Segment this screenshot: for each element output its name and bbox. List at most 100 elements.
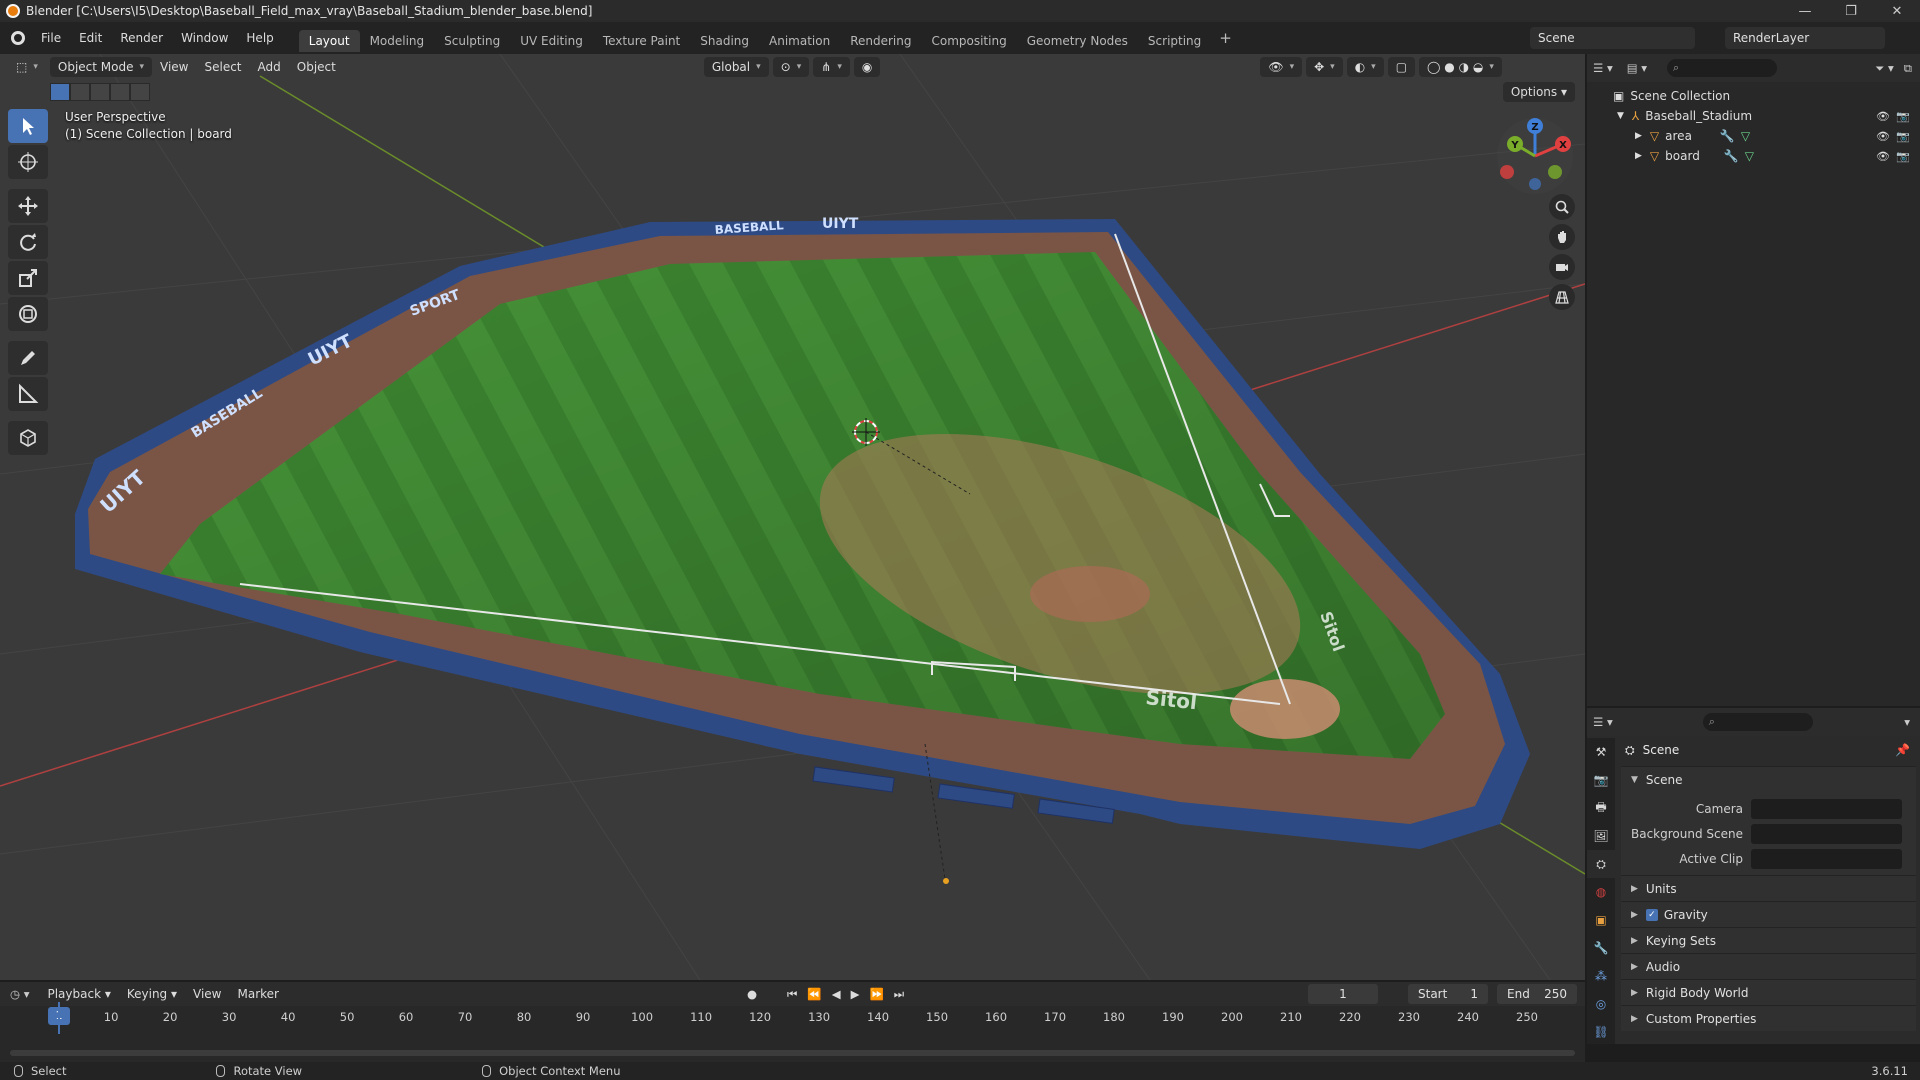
scene-tab-icon[interactable]: ⛭ (1587, 850, 1615, 878)
viewport-menu-select[interactable]: Select (196, 60, 249, 74)
pan-view-button[interactable] (1549, 224, 1575, 250)
visibility-eye-icon[interactable]: 👁 (1876, 150, 1890, 163)
xray-icon[interactable]: ▢ (1387, 57, 1416, 77)
jump-end-icon[interactable]: ⏭ (894, 987, 904, 1002)
tab-compositing[interactable]: Compositing (921, 30, 1016, 52)
shading-modes[interactable]: ◯ ● ◑ ◒ ▾ (1419, 57, 1502, 77)
menu-render[interactable]: Render (111, 22, 172, 54)
tab-geometry-nodes[interactable]: Geometry Nodes (1017, 30, 1138, 52)
mesh-data-icon[interactable]: ▽ (1741, 129, 1750, 143)
visibility-eye-icon[interactable]: 👁 (1876, 110, 1890, 123)
transform-orientation-dropdown[interactable]: Global ▾ (703, 57, 769, 77)
snap-icon[interactable]: ⋔ ▾ (813, 57, 850, 77)
timeline-menu-view[interactable]: View (185, 987, 229, 1001)
jump-start-icon[interactable]: ⏮ (787, 987, 797, 1002)
record-button[interactable]: ● (747, 987, 757, 1001)
3d-viewport[interactable]: UIYT BASEBALL UIYT SPORT BASEBALL UIYT S… (0, 54, 1585, 980)
select-intersect-icon[interactable] (130, 83, 150, 101)
background-scene-input[interactable] (1751, 823, 1902, 844)
tab-texture-paint[interactable]: Texture Paint (593, 30, 690, 52)
properties-search-input[interactable]: ⌕ (1702, 713, 1813, 731)
play-icon[interactable]: ▶ (851, 987, 860, 1001)
timeline-menu-keying[interactable]: Keying ▾ (119, 987, 185, 1001)
render-camera-icon[interactable]: 📷 (1896, 110, 1910, 123)
expand-arrow-icon[interactable]: ▶ (1635, 131, 1642, 141)
pin-icon[interactable]: 📌 (1895, 743, 1910, 757)
menu-window[interactable]: Window (172, 22, 237, 54)
render-camera-icon[interactable]: 📷 (1896, 150, 1910, 163)
menu-edit[interactable]: Edit (70, 22, 111, 54)
proportional-edit-icon[interactable]: ◉ (853, 57, 881, 77)
modifier-wrench-icon[interactable]: 🔧 (1724, 149, 1739, 163)
overlay-toggle-icon[interactable]: ◐ ▾ (1346, 57, 1384, 77)
world-tab-icon[interactable]: ◍ (1587, 878, 1615, 906)
particles-tab-icon[interactable]: ⁂ (1587, 962, 1615, 990)
gizmo-toggle-icon[interactable]: ✥ ▾ (1306, 57, 1343, 77)
tab-modeling[interactable]: Modeling (360, 30, 435, 52)
new-collection-icon[interactable]: ⧉ (1904, 61, 1912, 76)
editor-type-button[interactable]: ⬚ ▾ (8, 57, 46, 77)
render-tab-icon[interactable]: 📷 (1587, 766, 1615, 794)
gizmo-neg-z-axis[interactable] (1529, 178, 1541, 190)
current-frame-input[interactable]: 1 (1308, 984, 1378, 1004)
camera-view-button[interactable] (1549, 254, 1575, 280)
rigid-body-world-section-header[interactable]: ▶ Rigid Body World (1621, 979, 1916, 1005)
display-mode-icon[interactable]: ▤ ▾ (1627, 61, 1647, 75)
camera-input[interactable] (1751, 798, 1902, 819)
maximize-button[interactable]: ❐ (1828, 0, 1874, 22)
timeline-menu-playback[interactable]: Playback ▾ (39, 987, 118, 1001)
measure-tool[interactable] (8, 377, 48, 411)
select-invert-icon[interactable] (110, 83, 130, 101)
visibility-eye-icon[interactable]: 👁 (1876, 130, 1890, 143)
constraints-tab-icon[interactable]: ⛓ (1587, 1018, 1615, 1046)
outliner-search-input[interactable]: ⌕ (1667, 59, 1778, 77)
blender-logo-icon[interactable] (4, 24, 32, 52)
modifier-tab-icon[interactable]: 🔧 (1587, 934, 1615, 962)
pivot-point-icon[interactable]: ⊙ ▾ (772, 57, 810, 77)
tab-sculpting[interactable]: Sculpting (434, 30, 510, 52)
select-subtract-icon[interactable] (90, 83, 110, 101)
timeline-ruler[interactable]: 1 10203040506070809010011012013014015016… (0, 1006, 1585, 1028)
next-keyframe-icon[interactable]: ⏩ (869, 987, 883, 1001)
custom-properties-section-header[interactable]: ▶ Custom Properties (1621, 1005, 1916, 1031)
add-cube-tool[interactable] (8, 421, 48, 455)
properties-editor-icon[interactable]: ☰ ▾ (1593, 715, 1613, 729)
zoom-view-button[interactable] (1549, 194, 1575, 220)
rotate-tool[interactable] (8, 225, 48, 259)
timeline-menu-marker[interactable]: Marker (230, 987, 287, 1001)
tree-row-collection[interactable]: ▼ ⅄ Baseball_Stadium 👁 📷 (1587, 106, 1920, 126)
scene-section-header[interactable]: ▼ Scene (1621, 766, 1916, 792)
tab-animation[interactable]: Animation (759, 30, 840, 52)
tab-uv-editing[interactable]: UV Editing (510, 30, 593, 52)
prev-keyframe-icon[interactable]: ⏪ (807, 987, 821, 1001)
tab-rendering[interactable]: Rendering (840, 30, 921, 52)
close-window-button[interactable]: ✕ (1874, 0, 1920, 22)
viewport-menu-add[interactable]: Add (250, 60, 289, 74)
select-box-tool[interactable] (8, 109, 48, 143)
annotate-tool[interactable] (8, 341, 48, 375)
add-workspace-button[interactable]: + (1211, 22, 1240, 54)
gravity-section-header[interactable]: ▶ ✓ Gravity (1621, 901, 1916, 927)
audio-section-header[interactable]: ▶ Audio (1621, 953, 1916, 979)
options-button[interactable]: Options ▾ (1502, 82, 1575, 102)
physics-tab-icon[interactable]: ◎ (1587, 990, 1615, 1018)
mesh-data-icon[interactable]: ▽ (1745, 149, 1754, 163)
tool-tab-icon[interactable]: ⚒ (1587, 738, 1615, 766)
timeline-editor-icon[interactable]: ◷ ▾ (10, 987, 29, 1001)
tab-shading[interactable]: Shading (690, 30, 759, 52)
gizmo-neg-x-axis[interactable] (1500, 165, 1514, 179)
object-tab-icon[interactable]: ▣ (1587, 906, 1615, 934)
viewport-menu-view[interactable]: View (152, 60, 196, 74)
transform-tool[interactable] (8, 297, 48, 331)
gravity-checkbox[interactable]: ✓ (1645, 908, 1658, 921)
select-new-icon[interactable] (50, 83, 70, 101)
output-tab-icon[interactable]: 🖶 (1587, 794, 1615, 822)
tab-scripting[interactable]: Scripting (1138, 30, 1211, 52)
view-layer-selector[interactable]: RenderLayer (1725, 27, 1885, 49)
menu-help[interactable]: Help (237, 22, 282, 54)
outliner-editor-icon[interactable]: ☰ ▾ (1593, 61, 1613, 75)
move-tool[interactable] (8, 189, 48, 223)
timeline-scrollbar[interactable] (10, 1050, 1575, 1056)
modifier-wrench-icon[interactable]: 🔧 (1720, 129, 1735, 143)
cursor-tool[interactable] (8, 145, 48, 179)
